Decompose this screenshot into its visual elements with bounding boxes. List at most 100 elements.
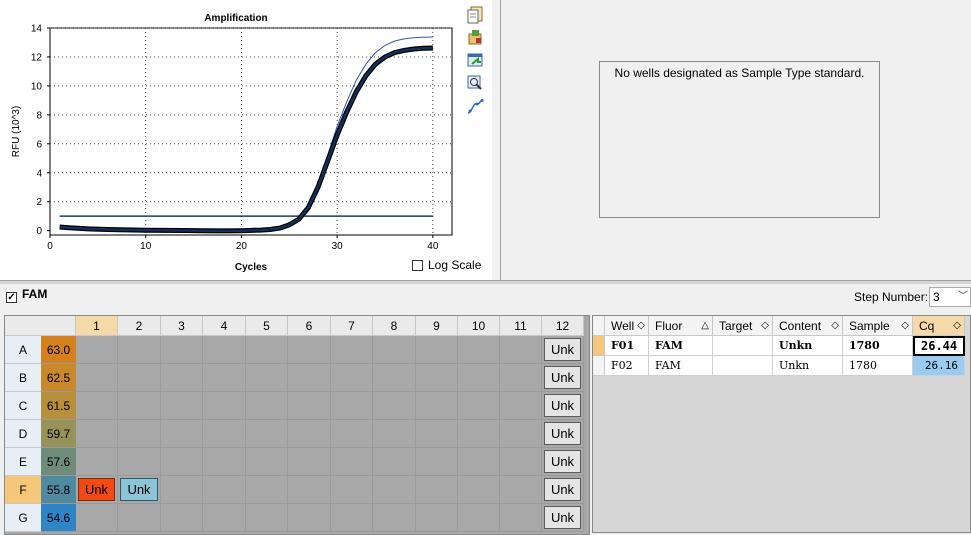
well-content-F1[interactable]: Unk — [78, 478, 115, 501]
grid-cell-cq[interactable]: 26.44 — [913, 336, 965, 356]
plate-well[interactable] — [373, 364, 416, 392]
plate-column-header[interactable]: 6 — [288, 316, 331, 336]
plate-column-header[interactable]: 9 — [416, 316, 458, 336]
grid-column-header-sample[interactable]: Sample ◇ — [843, 316, 913, 336]
plate-well[interactable] — [76, 392, 118, 420]
plate-well[interactable] — [500, 476, 542, 504]
step-number-select[interactable]: 3 ﹀ — [929, 287, 971, 307]
plate-well[interactable] — [500, 504, 542, 532]
plate-well[interactable] — [416, 448, 458, 476]
plate-well[interactable] — [458, 336, 500, 364]
grid-cell-well[interactable]: F02 — [605, 356, 649, 376]
plate-row-header[interactable]: C — [5, 392, 41, 420]
plate-well[interactable] — [203, 364, 246, 392]
zoom-icon[interactable] — [466, 74, 486, 92]
grid-column-header-content[interactable]: Content ◇ — [773, 316, 843, 336]
plate-well[interactable] — [331, 504, 373, 532]
plate-well[interactable] — [246, 476, 288, 504]
plate-well[interactable] — [76, 448, 118, 476]
grid-cell-fluor[interactable]: FAM — [649, 336, 713, 356]
plate-well[interactable]: Unk — [542, 420, 584, 448]
plate-row-header[interactable]: A — [5, 336, 41, 364]
well-content-F12[interactable]: Unk — [544, 478, 581, 501]
plate-well[interactable] — [246, 392, 288, 420]
plate-well[interactable] — [203, 336, 246, 364]
plate-well[interactable] — [373, 448, 416, 476]
plate-well[interactable] — [458, 392, 500, 420]
plate-column-header[interactable]: 10 — [458, 316, 500, 336]
sort-ascending-icon[interactable]: △ — [701, 316, 709, 336]
plate-column-header[interactable]: 5 — [246, 316, 288, 336]
plate-well[interactable]: Unk — [76, 476, 118, 504]
plate-well[interactable] — [161, 392, 203, 420]
plate-well[interactable] — [331, 392, 373, 420]
plate-well[interactable] — [416, 392, 458, 420]
plate-column-header[interactable]: 1 — [76, 316, 118, 336]
plate-well[interactable] — [500, 336, 542, 364]
sort-icon[interactable]: ◇ — [637, 316, 645, 336]
plate-well[interactable] — [458, 364, 500, 392]
plate-well[interactable] — [288, 504, 331, 532]
plate-well[interactable] — [416, 420, 458, 448]
grid-column-header-well[interactable]: Well ◇ — [605, 316, 649, 336]
plate-well[interactable] — [500, 448, 542, 476]
plate-well[interactable] — [331, 476, 373, 504]
plate-well[interactable] — [458, 504, 500, 532]
grid-cell-cq[interactable]: 26.16 — [913, 356, 965, 376]
grid-cell-content[interactable]: Unkn — [773, 356, 843, 376]
plate-well[interactable] — [118, 420, 161, 448]
plate-well[interactable] — [458, 476, 500, 504]
curve-icon[interactable] — [466, 98, 486, 116]
fam-checkbox[interactable]: ✓ — [6, 292, 17, 303]
sort-icon[interactable]: ◇ — [953, 316, 961, 336]
plate-well[interactable] — [246, 336, 288, 364]
plate-well[interactable]: Unk — [542, 392, 584, 420]
grid-cell-content[interactable]: Unkn — [773, 336, 843, 356]
plate-well[interactable] — [76, 504, 118, 532]
grid-cell-fluor[interactable]: FAM — [649, 356, 713, 376]
plate-column-header[interactable]: 3 — [161, 316, 203, 336]
plate-well[interactable] — [246, 448, 288, 476]
plate-well[interactable] — [416, 364, 458, 392]
plate-well[interactable] — [118, 364, 161, 392]
plate-well[interactable] — [373, 504, 416, 532]
plate-well[interactable] — [416, 504, 458, 532]
plate-well[interactable] — [161, 448, 203, 476]
plate-well[interactable] — [288, 420, 331, 448]
grid-column-header-target[interactable]: Target ◇ — [713, 316, 773, 336]
plate-well[interactable] — [203, 476, 246, 504]
plate-well[interactable] — [288, 476, 331, 504]
copy-icon[interactable] — [466, 6, 486, 24]
plate-well[interactable] — [161, 504, 203, 532]
plate-row-header[interactable]: G — [5, 504, 41, 532]
plate-well[interactable] — [416, 336, 458, 364]
plate-well[interactable]: Unk — [542, 364, 584, 392]
plate-well[interactable] — [118, 336, 161, 364]
plate-well[interactable]: Unk — [542, 476, 584, 504]
plate-well[interactable] — [373, 336, 416, 364]
export-icon[interactable] — [466, 28, 486, 46]
plate-well[interactable]: Unk — [118, 476, 161, 504]
plate-well[interactable] — [246, 364, 288, 392]
plate-well[interactable] — [288, 448, 331, 476]
plate-well[interactable] — [246, 420, 288, 448]
well-content-D12[interactable]: Unk — [544, 422, 581, 445]
plate-well[interactable] — [161, 420, 203, 448]
plate-well[interactable] — [331, 364, 373, 392]
plate-well[interactable] — [288, 364, 331, 392]
plate-well[interactable] — [373, 476, 416, 504]
sort-icon[interactable]: ◇ — [831, 316, 839, 336]
grid-corner-header[interactable] — [593, 316, 605, 336]
plate-well[interactable] — [288, 336, 331, 364]
plate-well[interactable] — [76, 364, 118, 392]
plate-well[interactable] — [458, 420, 500, 448]
save-image-icon[interactable] — [466, 51, 486, 69]
plate-well[interactable] — [118, 504, 161, 532]
grid-row-selector[interactable] — [593, 336, 605, 356]
well-content-G12[interactable]: Unk — [544, 506, 581, 529]
grid-column-header-cq[interactable]: Cq ◇ — [913, 316, 965, 336]
plate-well[interactable] — [161, 336, 203, 364]
plate-well[interactable] — [331, 336, 373, 364]
plate-well[interactable] — [500, 364, 542, 392]
plate-row-header[interactable]: B — [5, 364, 41, 392]
